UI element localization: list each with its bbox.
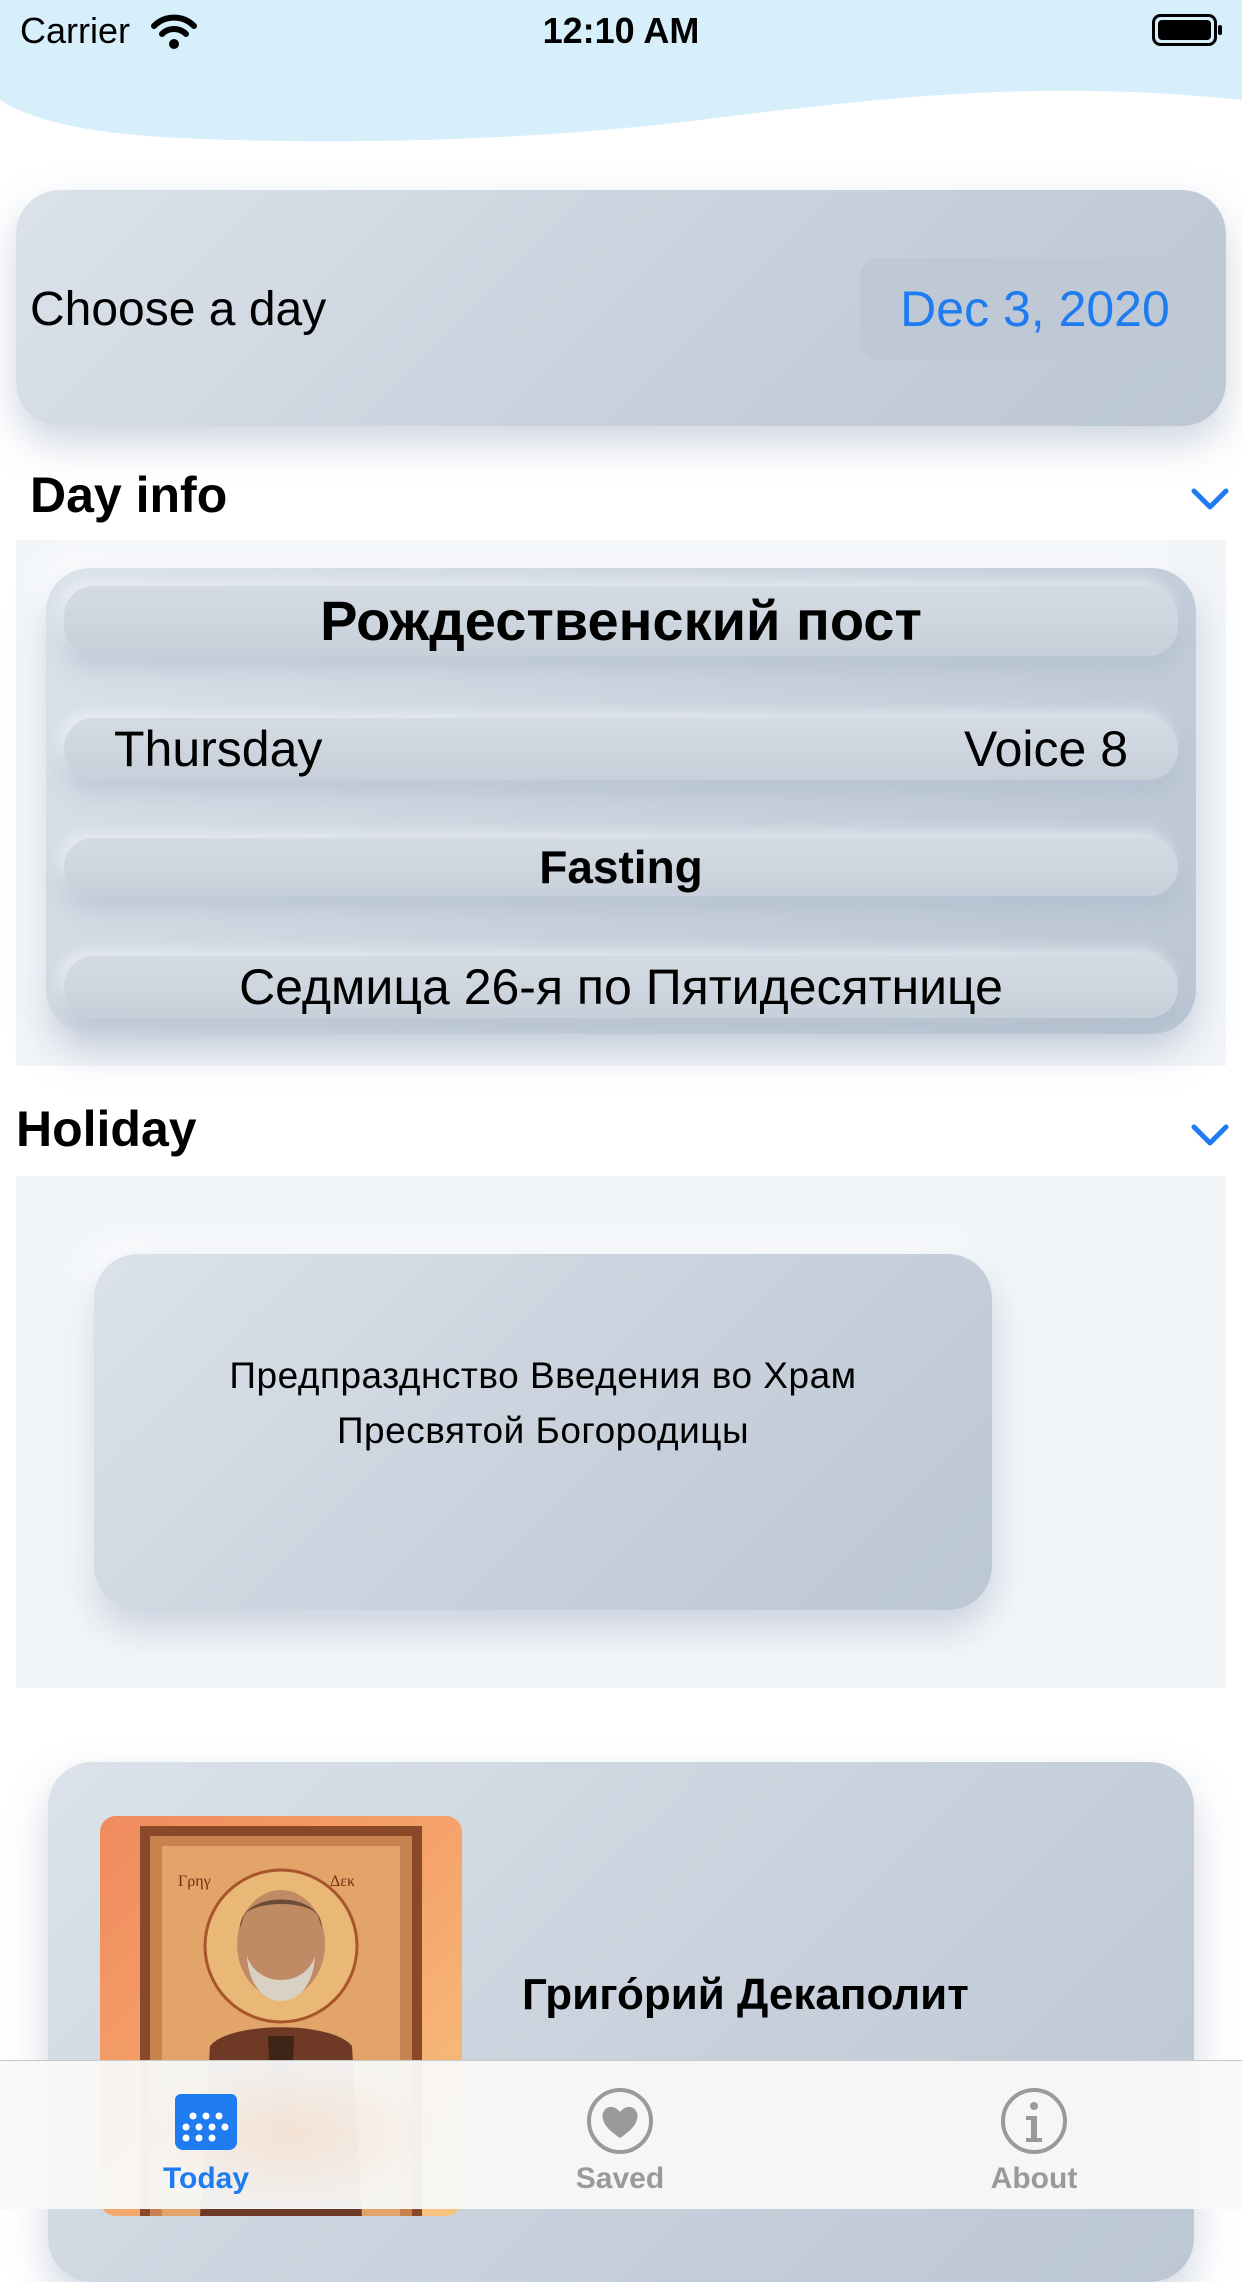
tab-today-label: Today	[162, 2162, 250, 2195]
choose-day-label: Choose a day	[30, 283, 327, 336]
battery-icon	[1152, 14, 1222, 46]
holiday-title-line1: Предпраздн­ство Введения во Храм	[229, 1355, 857, 1396]
calendar-icon	[175, 2094, 237, 2150]
tab-about-label: About	[990, 2162, 1078, 2195]
svg-text:Γρηγ: Γρηγ	[178, 1873, 211, 1890]
holiday-header[interactable]: Holiday	[16, 1100, 197, 1158]
weekday-voice-row: Thursday Voice 8	[64, 718, 1178, 780]
week-label: Седмица 26-я по Пятидесятнице	[64, 956, 1178, 1018]
date-picker-button[interactable]: Dec 3, 2020	[860, 258, 1210, 360]
tab-saved[interactable]: Saved	[520, 2086, 720, 2196]
tab-today[interactable]: Today	[106, 2086, 306, 2196]
heart-icon	[587, 2088, 653, 2154]
info-icon	[1001, 2088, 1067, 2154]
saint-name: Григо́рий Декаполит	[522, 1970, 969, 2019]
chevron-down-icon[interactable]	[1190, 486, 1230, 512]
chevron-down-icon[interactable]	[1190, 1122, 1230, 1148]
voice-label: Voice 8	[963, 721, 1128, 777]
svg-text:Δεκ: Δεκ	[330, 1873, 355, 1890]
holiday-title-line2: Пресвятой Богородицы	[336, 1410, 750, 1451]
fast-period-title: Рождественский пост	[64, 586, 1178, 656]
tab-about[interactable]: About	[934, 2086, 1134, 2196]
fasting-label: Fasting	[64, 838, 1178, 896]
status-time: 12:10 AM	[542, 10, 700, 51]
holiday-title: Предпраздн­ство Введения во Храм Пресвят…	[94, 1348, 992, 1458]
weekday-label: Thursday	[114, 721, 323, 777]
day-info-header[interactable]: Day info	[30, 466, 227, 524]
tab-saved-label: Saved	[575, 2162, 665, 2195]
